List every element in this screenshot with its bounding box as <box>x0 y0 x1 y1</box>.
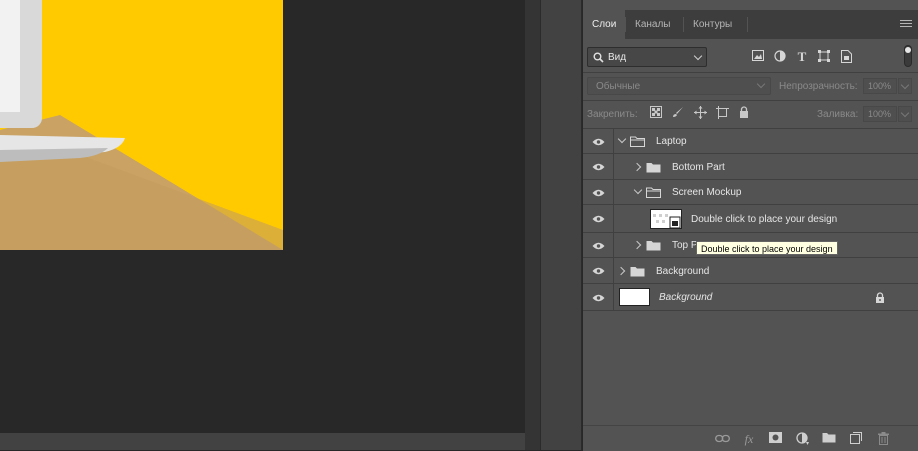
eye-icon <box>592 215 605 223</box>
blend-mode-label: Обычные <box>596 81 641 92</box>
section-divider <box>583 100 918 101</box>
blend-mode-select[interactable]: Обычные <box>587 77 771 95</box>
visibility-toggle[interactable] <box>583 233 614 257</box>
fill-label: Заливка: <box>817 109 859 120</box>
fill-slider-button[interactable] <box>898 106 912 122</box>
layer-row[interactable]: Bottom Part <box>583 154 918 180</box>
search-icon <box>593 52 604 63</box>
dock-separator <box>525 0 540 450</box>
document-canvas[interactable] <box>0 0 525 450</box>
lock-label: Закрепить: <box>587 109 638 120</box>
trash-icon[interactable] <box>875 432 891 446</box>
layer-row[interactable]: Background <box>583 258 918 284</box>
eye-icon <box>592 138 605 146</box>
visibility-toggle[interactable] <box>583 180 614 204</box>
visibility-toggle[interactable] <box>583 205 614 232</box>
eye-icon <box>592 242 605 250</box>
chevron-right-icon[interactable] <box>632 162 642 172</box>
eye-icon <box>592 163 605 171</box>
layer-row[interactable]: Laptop <box>583 129 918 154</box>
folder-icon <box>646 241 661 251</box>
layer-row[interactable]: Background <box>583 284 918 311</box>
chevron-down-icon <box>900 108 910 118</box>
layer-name: Screen Mockup <box>672 187 742 198</box>
folder-open-icon <box>646 187 661 198</box>
filter-kind-label: Вид <box>608 52 627 63</box>
layer-row[interactable]: Screen Mockup <box>583 180 918 205</box>
opacity-field[interactable]: 100% <box>863 78 897 94</box>
layers-panel: Слои Каналы Контуры Вид T Обычные Непроз… <box>583 0 918 451</box>
filter-kind-select[interactable]: Вид <box>587 47 707 67</box>
layer-name: Bottom Part <box>672 162 725 173</box>
panel-dock-strip <box>540 0 582 450</box>
type-filter-icon[interactable]: T <box>795 50 809 64</box>
layer-name: Double click to place your design <box>691 214 838 225</box>
tab-channels[interactable]: Каналы <box>626 10 680 39</box>
fill-field[interactable]: 100% <box>863 106 897 122</box>
smart-object-thumbnail <box>650 209 682 229</box>
lock-transparent-icon[interactable] <box>649 106 663 120</box>
tab-layers[interactable]: Слои <box>583 10 626 39</box>
fx-icon[interactable]: fx <box>741 432 757 446</box>
layer-name: Top P <box>672 240 698 251</box>
opacity-label: Непрозрачность: <box>779 81 858 92</box>
filter-toggle[interactable] <box>904 45 912 67</box>
chevron-down-icon <box>693 51 703 61</box>
visibility-toggle[interactable] <box>583 129 614 153</box>
chevron-right-icon[interactable] <box>616 266 626 276</box>
eye-icon <box>592 267 605 275</box>
hamburger-icon[interactable] <box>900 18 912 32</box>
opacity-slider-button[interactable] <box>898 78 912 94</box>
eye-icon <box>592 189 605 197</box>
chevron-down-icon[interactable] <box>617 134 627 144</box>
chevron-down-icon <box>756 79 766 89</box>
horizontal-scrollbar[interactable] <box>0 433 525 450</box>
folder-open-icon <box>630 136 645 147</box>
tab-divider <box>747 17 748 32</box>
chevron-down-icon[interactable] <box>633 185 643 195</box>
lock-icon[interactable] <box>875 292 885 303</box>
section-divider <box>583 72 918 73</box>
visibility-toggle[interactable] <box>583 154 614 179</box>
layer-filter-row: Вид T <box>583 39 918 73</box>
layer-name: Background <box>659 292 713 303</box>
folder-icon <box>630 267 645 277</box>
new-layer-icon[interactable] <box>848 432 864 446</box>
laptop-mockup-image <box>0 0 283 250</box>
panel-tabs: Слои Каналы Контуры <box>583 10 918 39</box>
link-layers-icon[interactable] <box>714 432 730 446</box>
layer-tooltip: Double click to place your design <box>696 241 838 255</box>
image-filter-icon[interactable] <box>751 50 765 64</box>
add-mask-icon[interactable] <box>767 432 783 446</box>
new-group-icon[interactable] <box>821 432 837 446</box>
lock-position-icon[interactable] <box>693 106 707 120</box>
shape-filter-icon[interactable] <box>817 50 831 64</box>
adjustment-layer-icon[interactable] <box>794 432 810 446</box>
tab-paths[interactable]: Контуры <box>684 10 741 39</box>
folder-icon <box>646 163 661 173</box>
layers-bottom-toolbar: fx <box>583 425 918 451</box>
lock-all-icon[interactable] <box>737 106 751 120</box>
layer-name: Background <box>656 266 710 277</box>
visibility-toggle[interactable] <box>583 284 614 310</box>
layer-name: Laptop <box>656 136 687 147</box>
artboard-preview <box>0 0 283 250</box>
layer-thumbnail <box>619 288 650 306</box>
chevron-down-icon <box>900 80 910 90</box>
layer-row[interactable]: Double click to place your design <box>583 205 918 233</box>
lock-paint-icon[interactable] <box>671 106 685 120</box>
eye-icon <box>592 294 605 302</box>
visibility-toggle[interactable] <box>583 258 614 283</box>
smart-object-filter-icon[interactable] <box>839 50 853 64</box>
lock-artboard-icon[interactable] <box>715 106 729 120</box>
chevron-right-icon[interactable] <box>632 240 642 250</box>
adjustment-filter-icon[interactable] <box>773 50 787 64</box>
